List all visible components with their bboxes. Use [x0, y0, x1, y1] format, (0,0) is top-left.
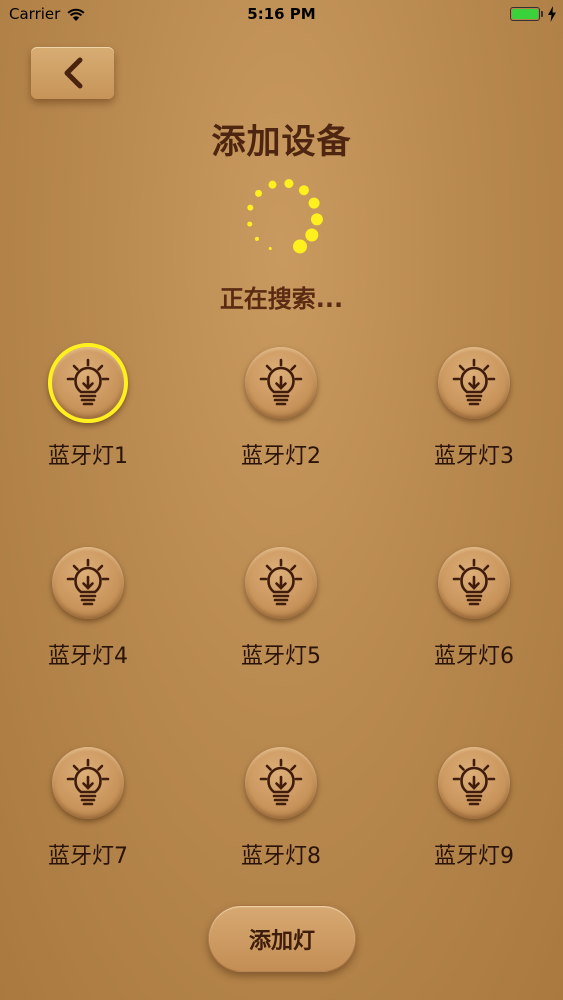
back-button[interactable]	[31, 47, 114, 99]
search-status-text: 正在搜索...	[219, 285, 344, 313]
clock: 5:16 PM	[247, 5, 316, 23]
device-item[interactable]: 蓝牙灯4	[8, 547, 168, 677]
device-bulb-button[interactable]	[48, 343, 128, 423]
device-item[interactable]: 蓝牙灯3	[394, 347, 554, 477]
device-label: 蓝牙灯6	[434, 644, 514, 669]
light-bulb-icon	[452, 758, 496, 806]
battery-level	[512, 9, 538, 19]
spinner-dot	[247, 204, 254, 211]
device-item[interactable]: 蓝牙灯8	[201, 747, 361, 877]
loading-spinner-icon	[247, 179, 323, 254]
chevron-left-icon	[64, 57, 82, 89]
light-bulb-icon	[66, 358, 110, 406]
device-bulb-button[interactable]	[438, 747, 510, 819]
device-bulb-button[interactable]	[245, 347, 317, 419]
device-item[interactable]: 蓝牙灯1	[8, 343, 168, 477]
status-bar: Carrier 5:16 PM	[0, 0, 563, 30]
spinner-dot	[284, 179, 294, 189]
battery-tip	[541, 11, 543, 17]
device-item[interactable]: 蓝牙灯9	[394, 747, 554, 877]
spinner-dot	[305, 228, 319, 242]
device-label: 蓝牙灯9	[434, 844, 514, 869]
device-label: 蓝牙灯1	[48, 444, 128, 469]
device-bulb-button[interactable]	[438, 347, 510, 419]
light-bulb-icon	[259, 758, 303, 806]
spinner-dot	[268, 247, 272, 251]
light-bulb-icon	[66, 558, 110, 606]
light-bulb-icon	[452, 358, 496, 406]
spinner-dot	[293, 239, 307, 254]
battery-icon	[510, 7, 540, 21]
device-label: 蓝牙灯8	[241, 844, 321, 869]
device-bulb-button[interactable]	[438, 547, 510, 619]
light-bulb-icon	[66, 758, 110, 806]
device-label: 蓝牙灯3	[434, 444, 514, 469]
device-bulb-button[interactable]	[245, 747, 317, 819]
device-label: 蓝牙灯5	[241, 644, 321, 669]
device-item[interactable]: 蓝牙灯2	[201, 347, 361, 477]
add-light-button[interactable]: 添加灯	[208, 905, 356, 972]
device-item[interactable]: 蓝牙灯5	[201, 547, 361, 677]
spinner-dot	[247, 221, 253, 227]
device-label: 蓝牙灯2	[241, 444, 321, 469]
device-bulb-button[interactable]	[245, 547, 317, 619]
spinner-dot	[308, 197, 320, 209]
device-bulb-button[interactable]	[52, 747, 124, 819]
device-item[interactable]: 蓝牙灯7	[8, 747, 168, 877]
charging-bolt-icon	[548, 6, 556, 22]
spinner-dot	[298, 185, 309, 196]
light-bulb-icon	[259, 558, 303, 606]
device-bulb-button[interactable]	[52, 547, 124, 619]
spinner-dot	[310, 213, 323, 226]
device-label: 蓝牙灯4	[48, 644, 128, 669]
light-bulb-icon	[452, 558, 496, 606]
spinner-dot	[254, 236, 259, 241]
device-label: 蓝牙灯7	[48, 844, 128, 869]
spinner-dot	[255, 189, 263, 197]
device-item[interactable]: 蓝牙灯6	[394, 547, 554, 677]
light-bulb-icon	[259, 358, 303, 406]
page-title: 添加设备	[211, 122, 352, 162]
spinner-dot	[268, 180, 277, 189]
